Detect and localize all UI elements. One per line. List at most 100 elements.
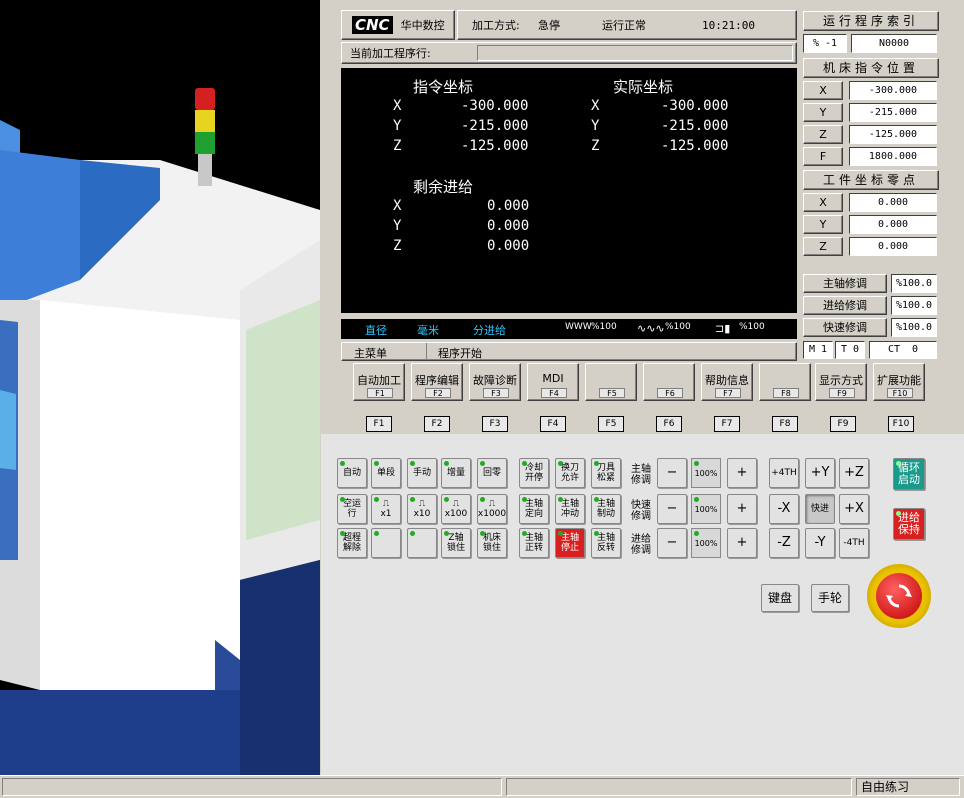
key-label: 自动	[342, 468, 361, 478]
jog-minus-x-key[interactable]: -X	[769, 494, 799, 524]
fkey-code: F3	[483, 388, 509, 398]
emergency-stop-button[interactable]	[867, 564, 931, 628]
rapid-ov-label: 快速修调	[631, 500, 651, 522]
fkey-f2-edit[interactable]: 程序编辑 F2	[411, 363, 463, 401]
rapid-ov-minus[interactable]: −	[657, 494, 687, 524]
spindle-orient-key[interactable]: 主轴定向	[519, 494, 549, 524]
fkey-f7-help[interactable]: 帮助信息 F7	[701, 363, 753, 401]
key-label: 空运行	[342, 499, 361, 519]
fkey-f6[interactable]: F6	[643, 363, 695, 401]
key-label: 机床锁住	[482, 533, 501, 553]
spindle-ov-minus[interactable]: −	[657, 458, 687, 488]
fkey-label-f10[interactable]: F10	[888, 416, 914, 432]
spindle-ov-label: 主轴修调	[631, 464, 651, 486]
current-line-field	[477, 45, 793, 61]
fkey-label: MDI	[542, 372, 564, 385]
fkey-code: F6	[657, 388, 683, 398]
fkey-f1-auto[interactable]: 自动加工 F1	[353, 363, 405, 401]
fkey-f9-display[interactable]: 显示方式 F9	[815, 363, 867, 401]
jog-plus-z-key[interactable]: +Z	[839, 458, 869, 488]
jog-plus-y-key[interactable]: +Y	[805, 458, 835, 488]
cmd-axis-x: X	[393, 98, 402, 114]
rapid-override-value: %100.0	[891, 318, 937, 337]
jog-minus-y-key[interactable]: -Y	[805, 528, 835, 558]
dry-run-key[interactable]: 空运行	[337, 494, 367, 524]
key-label: 进给保持	[898, 511, 920, 536]
cycle-start-key[interactable]: 循环启动	[893, 458, 925, 490]
spindle-brake-key[interactable]: 主轴制动	[591, 494, 621, 524]
mode-home-key[interactable]: 回零	[477, 458, 507, 488]
mode-auto-key[interactable]: 自动	[337, 458, 367, 488]
jog-plus-4th-key[interactable]: +4TH	[769, 458, 799, 488]
ct-code: CT 0	[869, 341, 937, 359]
jog-minus-z-key[interactable]: -Z	[769, 528, 799, 558]
machine-3d-view[interactable]	[0, 0, 320, 775]
spindle-ccw-key[interactable]: 主轴反转	[591, 528, 621, 558]
coolant-key[interactable]: 冷却开停	[519, 458, 549, 488]
fkey-f8[interactable]: F8	[759, 363, 811, 401]
fkey-f10-extend[interactable]: 扩展功能 F10	[873, 363, 925, 401]
step-x10-key[interactable]: ⎍ x10	[407, 494, 437, 524]
overtravel-release-key[interactable]: 超程解除	[337, 528, 367, 558]
fkey-f4-mdi[interactable]: MDI F4	[527, 363, 579, 401]
fkey-label-f7[interactable]: F7	[714, 416, 740, 432]
current-line-label: 当前加工程序行:	[350, 47, 431, 60]
status-header: 加工方式: 急停 运行正常 10:21:00	[457, 10, 797, 40]
rapid-override-label: 快速修调	[803, 318, 887, 337]
feed-ov-display: 100%	[691, 528, 721, 558]
fkey-label-f5[interactable]: F5	[598, 416, 624, 432]
spindle-jog-key[interactable]: 主轴冲动	[555, 494, 585, 524]
blank-key-1[interactable]	[371, 528, 401, 558]
feed-hold-key[interactable]: 进给保持	[893, 508, 925, 540]
spindle-ov-plus[interactable]: +	[727, 458, 757, 488]
fkey-label-f3[interactable]: F3	[482, 416, 508, 432]
fkey-code: F4	[541, 388, 567, 398]
mode-increment-key[interactable]: 增量	[441, 458, 471, 488]
tool-change-allow-key[interactable]: 换刀允许	[555, 458, 585, 488]
wave-override-icon: ∿∿∿	[637, 322, 665, 335]
status-line: 直径 毫米 分进给 WWW %100 ∿∿∿ %100 ⊐▮ %100	[341, 319, 797, 339]
handwheel-button[interactable]: 手轮	[811, 584, 849, 612]
ov-value: 100%	[694, 538, 718, 548]
cmd-value-x: -300.000	[461, 98, 529, 114]
status-taskbar: 自由练习	[0, 775, 964, 798]
mode-label: 加工方式:	[472, 19, 520, 32]
fkey-f3-diagnose[interactable]: 故障诊断 F3	[469, 363, 521, 401]
rapid-ov-plus[interactable]: +	[727, 494, 757, 524]
step-x1000-key[interactable]: ⎍ x1000	[477, 494, 507, 524]
fkey-label-f9[interactable]: F9	[830, 416, 856, 432]
mode-single-block-key[interactable]: 单段	[371, 458, 401, 488]
fkey-label-f8[interactable]: F8	[772, 416, 798, 432]
fkey-label-f4[interactable]: F4	[540, 416, 566, 432]
blank-key-2[interactable]	[407, 528, 437, 558]
feed-ov-minus[interactable]: −	[657, 528, 687, 558]
jog-minus-4th-key[interactable]: -4TH	[839, 528, 869, 558]
diameter-mode: 直径	[365, 324, 387, 337]
fkey-code: F10	[887, 388, 913, 398]
fkey-code: F9	[829, 388, 855, 398]
spindle-stop-key[interactable]: 主轴停止	[555, 528, 585, 558]
z-axis-lock-key[interactable]: Z轴锁住	[441, 528, 471, 558]
t-code: T 0	[835, 341, 865, 359]
pulse-icon: ⎍	[418, 499, 426, 509]
fkey-label-f1[interactable]: F1	[366, 416, 392, 432]
key-label: 循环启动	[898, 461, 920, 486]
machine-lock-key[interactable]: 机床锁住	[477, 528, 507, 558]
mode-manual-key[interactable]: 手动	[407, 458, 437, 488]
rapid-traverse-key[interactable]: 快进	[805, 494, 835, 524]
fkey-label-f2[interactable]: F2	[424, 416, 450, 432]
main-menu-label[interactable]: 主菜单	[354, 345, 387, 361]
step-x1-key[interactable]: ⎍ x1	[371, 494, 401, 524]
fkey-f5[interactable]: F5	[585, 363, 637, 401]
fkey-label-f6[interactable]: F6	[656, 416, 682, 432]
tool-clamp-key[interactable]: 刀具松紧	[591, 458, 621, 488]
act-axis-y: Y	[591, 118, 600, 134]
step-x100-key[interactable]: ⎍ x100	[441, 494, 471, 524]
spindle-cw-key[interactable]: 主轴正转	[519, 528, 549, 558]
keyboard-button[interactable]: 键盘	[761, 584, 799, 612]
machine-axis-y: Y	[803, 103, 843, 122]
machine-value-f: 1800.000	[849, 147, 937, 166]
jog-plus-x-key[interactable]: +X	[839, 494, 869, 524]
program-percent: % -1	[803, 34, 847, 53]
feed-ov-plus[interactable]: +	[727, 528, 757, 558]
